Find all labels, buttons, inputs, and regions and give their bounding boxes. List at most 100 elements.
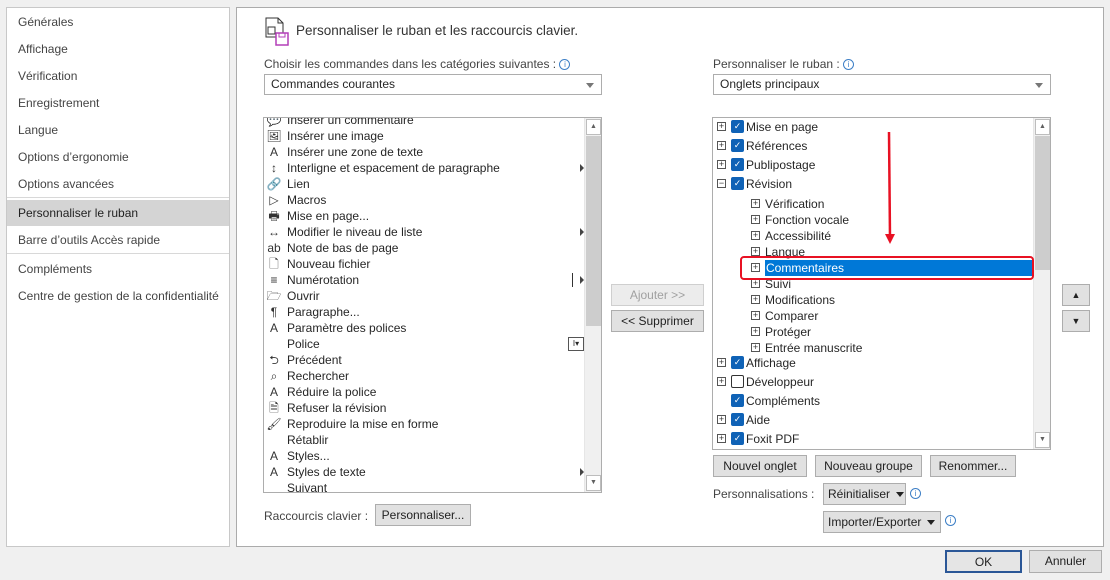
info-icon[interactable]: i — [843, 59, 855, 71]
command-item[interactable]: A Insérer une zone de texte — [264, 144, 584, 160]
ribbon-tree-item[interactable]: + ✓ Aide — [713, 412, 1033, 428]
rename-button[interactable]: Renommer... — [930, 455, 1016, 477]
new-group-button[interactable]: Nouveau groupe — [815, 455, 922, 477]
expand-icon[interactable]: + — [751, 295, 760, 304]
ribbon-tree-item[interactable]: + Développeur — [713, 374, 1033, 390]
command-item[interactable]: ↕ Interligne et espacement de paragraphe — [264, 160, 584, 176]
expand-icon[interactable]: + — [717, 415, 726, 424]
ribbon-tree-item[interactable]: ✓ Compléments — [713, 393, 1033, 409]
ribbon-tree-item[interactable]: + Vérification — [713, 196, 1033, 212]
ribbon-tree-item[interactable]: + Protéger — [713, 324, 1033, 340]
command-item[interactable]: Suivant — [264, 480, 584, 492]
ribbon-tree-item[interactable]: − ✓ Révision — [713, 176, 1033, 192]
collapse-icon[interactable]: − — [717, 179, 726, 188]
expand-icon[interactable]: + — [751, 279, 760, 288]
command-item[interactable]: 🗁 Ouvrir — [264, 288, 584, 304]
ribbon-tree-item[interactable]: + Fonction vocale — [713, 212, 1033, 228]
ribbon-tree-item[interactable]: + Entrée manuscrite — [713, 340, 1033, 356]
cancel-button[interactable]: Annuler — [1029, 550, 1102, 573]
move-down-button[interactable]: ▼ — [1062, 310, 1090, 332]
checkbox[interactable]: ✓ — [731, 177, 744, 190]
command-item[interactable]: ab Note de bas de page — [264, 240, 584, 256]
add-button[interactable]: Ajouter >> — [611, 284, 704, 306]
expand-icon[interactable]: + — [751, 215, 760, 224]
command-item[interactable]: 🔗 Lien — [264, 176, 584, 192]
info-icon[interactable]: i — [910, 488, 921, 499]
expand-icon[interactable]: + — [751, 199, 760, 208]
scrollbar-thumb[interactable] — [586, 136, 601, 326]
command-item[interactable]: A Paramètre des polices — [264, 320, 584, 336]
checkbox[interactable]: ✓ — [731, 356, 744, 369]
commands-list[interactable]: Suivant A Styles de texte A Styles... Rétabli… — [263, 117, 602, 493]
ribbon-tree-item[interactable]: + ✓ Foxit PDF — [713, 431, 1033, 447]
expand-icon[interactable]: + — [717, 377, 726, 386]
command-item[interactable]: ⌕ Rechercher — [264, 368, 584, 384]
sidebar-item[interactable]: Enregistrement — [7, 90, 229, 116]
ribbon-tree-item[interactable]: + Comparer — [713, 308, 1033, 324]
command-item[interactable]: ⮌ Précédent — [264, 352, 584, 368]
command-item[interactable]: 🗎 Refuser la révision — [264, 400, 584, 416]
reset-dropdown-button[interactable]: Réinitialiser — [823, 483, 906, 505]
checkbox[interactable]: ✓ — [731, 158, 744, 171]
scroll-up-icon[interactable]: ▲ — [586, 119, 601, 135]
ribbon-scrollbar[interactable]: ▲ ▼ — [1033, 118, 1050, 449]
checkbox[interactable]: ✓ — [731, 139, 744, 152]
sidebar-item[interactable]: Barre d’outils Accès rapide — [7, 227, 229, 253]
command-item[interactable]: ≡ Numérotation — [264, 272, 584, 288]
new-tab-button[interactable]: Nouvel onglet — [713, 455, 807, 477]
command-item[interactable]: Police I▾ — [264, 336, 584, 352]
command-item[interactable]: ▷ Macros — [264, 192, 584, 208]
ribbon-tree-item[interactable]: + Accessibilité — [713, 228, 1033, 244]
ribbon-tree-item[interactable]: + ✓ Références — [713, 138, 1033, 154]
checkbox[interactable]: ✓ — [731, 413, 744, 426]
command-item[interactable]: 🖌 Reproduire la mise en forme — [264, 416, 584, 432]
info-icon[interactable]: i — [559, 59, 571, 71]
sidebar-item[interactable]: Options d’ergonomie — [7, 144, 229, 170]
expand-icon[interactable]: + — [751, 327, 760, 336]
command-item[interactable]: 🗋 Nouveau fichier — [264, 256, 584, 272]
command-item[interactable]: A Styles de texte — [264, 464, 584, 480]
checkbox[interactable] — [731, 375, 744, 388]
remove-button[interactable]: << Supprimer — [611, 310, 704, 332]
ribbon-tree-item[interactable]: + ✓ Publipostage — [713, 157, 1033, 173]
sidebar-item[interactable]: Personnaliser le ruban — [7, 200, 229, 226]
sidebar-item[interactable]: Centre de gestion de la confidentialité — [7, 283, 229, 309]
sidebar-item[interactable]: Générales — [7, 9, 229, 35]
expand-icon[interactable]: + — [717, 160, 726, 169]
sidebar-item[interactable]: Compléments — [7, 256, 229, 282]
ribbon-tree-item[interactable]: + ✓ Affichage — [713, 355, 1033, 371]
expand-icon[interactable]: + — [751, 247, 760, 256]
ribbon-tabs-dropdown[interactable]: Onglets principaux — [713, 74, 1051, 95]
sidebar-item[interactable]: Affichage — [7, 36, 229, 62]
commands-category-dropdown[interactable]: Commandes courantes — [264, 74, 602, 95]
move-up-button[interactable]: ▲ — [1062, 284, 1090, 306]
expand-icon[interactable]: + — [717, 358, 726, 367]
customize-shortcuts-button[interactable]: Personnaliser... — [375, 504, 471, 526]
command-item[interactable]: A Réduire la police — [264, 384, 584, 400]
info-icon[interactable]: i — [945, 515, 956, 526]
commands-scrollbar[interactable]: ▲ ▼ — [584, 118, 601, 492]
scrollbar-thumb[interactable] — [1035, 136, 1050, 270]
checkbox[interactable]: ✓ — [731, 432, 744, 445]
expand-icon[interactable]: + — [751, 311, 760, 320]
command-item[interactable]: A Styles... — [264, 448, 584, 464]
sidebar-item[interactable]: Langue — [7, 117, 229, 143]
ribbon-tree-item[interactable]: + ✓ Mise en page — [713, 119, 1033, 135]
checkbox[interactable]: ✓ — [731, 394, 744, 407]
command-item[interactable]: 🖶 Mise en page... — [264, 208, 584, 224]
command-item[interactable]: 💬 Insérer un commentaire — [264, 118, 584, 128]
scroll-up-icon[interactable]: ▲ — [1035, 119, 1050, 135]
sidebar-item[interactable]: Vérification — [7, 63, 229, 89]
command-item[interactable]: Rétablir — [264, 432, 584, 448]
expand-icon[interactable]: + — [751, 231, 760, 240]
scroll-down-icon[interactable]: ▼ — [1035, 432, 1050, 448]
expand-icon[interactable]: + — [717, 122, 726, 131]
command-item[interactable]: ¶ Paragraphe... — [264, 304, 584, 320]
ribbon-tree-item[interactable]: + Modifications — [713, 292, 1033, 308]
checkbox[interactable]: ✓ — [731, 120, 744, 133]
expand-icon[interactable]: + — [751, 343, 760, 352]
ok-button[interactable]: OK — [945, 550, 1022, 573]
command-item[interactable]: ↔ Modifier le niveau de liste — [264, 224, 584, 240]
scroll-down-icon[interactable]: ▼ — [586, 475, 601, 491]
expand-icon[interactable]: + — [717, 141, 726, 150]
